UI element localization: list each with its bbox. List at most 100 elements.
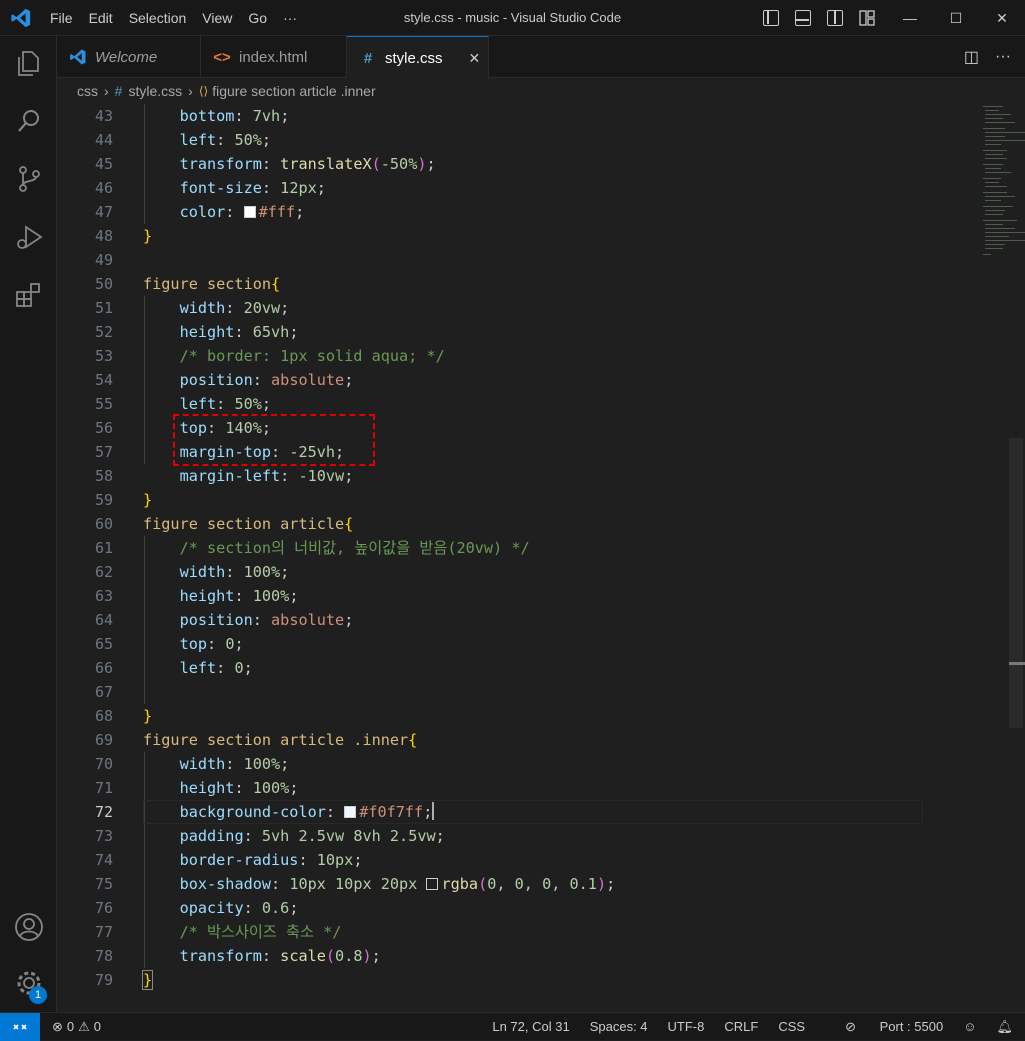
code-line: bottom: 7vh;	[179, 107, 290, 125]
breadcrumb: css › # style.css › ⟨⟩ figure section ar…	[77, 80, 376, 102]
line-number: 48	[94, 227, 113, 245]
go-live-icon: ⊘	[845, 1018, 856, 1034]
encoding[interactable]: UTF-8	[668, 1019, 705, 1034]
line-number: 67	[94, 683, 113, 701]
split-editor-icon[interactable]: ◫	[964, 47, 979, 67]
menu-go[interactable]: Go	[248, 10, 267, 26]
tab-label: index.html	[239, 48, 308, 66]
line-number: 74	[94, 851, 113, 869]
code-line: padding: 5vh 2.5vw 8vh 2.5vw;	[179, 827, 445, 845]
line-number: 60	[94, 515, 113, 533]
language-mode[interactable]: CSS	[778, 1019, 805, 1034]
close-button[interactable]: ✕	[979, 0, 1025, 36]
breadcrumb-file[interactable]: style.css	[128, 83, 182, 99]
code-line: height: 100%;	[179, 587, 299, 605]
menu-edit[interactable]: Edit	[89, 10, 113, 26]
code-editor[interactable]: 43 44 45 46 47 48 49 50 51 52 53 54 55 5…	[57, 104, 1025, 1012]
annotation-highlight-box	[173, 414, 375, 466]
notifications-bell-icon[interactable]: 🔔︎	[996, 1019, 1013, 1035]
line-number: 58	[94, 467, 113, 485]
line-number: 69	[94, 731, 113, 749]
cursor-position[interactable]: Ln 72, Col 31	[492, 1019, 569, 1034]
tab-index-html[interactable]: <> index.html	[201, 36, 347, 78]
code-line: left: 50%;	[179, 395, 272, 413]
toggle-secondary-sidebar-icon[interactable]	[827, 10, 843, 26]
code-line: left: 50%;	[179, 131, 272, 149]
toggle-panel-icon[interactable]	[795, 10, 811, 26]
chevron-right-icon: ›	[188, 83, 193, 99]
code-line-current: background-color: #f0f7ff;	[143, 800, 923, 824]
customize-layout-icon[interactable]	[859, 10, 875, 26]
css-hash-icon: #	[114, 83, 123, 99]
code-line: color: #fff;	[179, 203, 305, 221]
tab-close-icon[interactable]: ✕	[469, 50, 481, 67]
maximize-button[interactable]: ☐	[933, 0, 979, 36]
activity-bar	[0, 36, 57, 1012]
code-line: border-radius: 10px;	[179, 851, 363, 869]
line-number-active: 72	[94, 803, 113, 821]
line-number: 61	[94, 539, 113, 557]
run-and-debug-icon[interactable]	[14, 222, 44, 252]
chevron-right-icon: ›	[104, 83, 109, 99]
search-icon[interactable]	[14, 106, 44, 136]
color-swatch[interactable]	[243, 206, 256, 218]
minimap[interactable]	[977, 104, 1025, 264]
end-of-line[interactable]: CRLF	[724, 1019, 758, 1034]
code-line: left: 0;	[179, 659, 253, 677]
menu-view[interactable]: View	[202, 10, 232, 26]
indentation[interactable]: Spaces: 4	[590, 1019, 648, 1034]
line-number: 44	[94, 131, 113, 149]
vertical-scrollbar[interactable]	[1009, 438, 1023, 728]
more-actions-icon[interactable]: ···	[995, 48, 1011, 66]
code-line: figure section article .inner{	[143, 731, 418, 749]
editor-actions: ◫ ···	[964, 36, 1011, 78]
line-number: 51	[94, 299, 113, 317]
line-number: 53	[94, 347, 113, 365]
line-number: 65	[94, 635, 113, 653]
error-count: 0	[66, 1019, 75, 1034]
source-control-icon[interactable]	[14, 164, 44, 194]
menu-more[interactable]: ···	[283, 10, 297, 26]
accounts-icon[interactable]	[14, 912, 44, 942]
line-number: 59	[94, 491, 113, 509]
menu-file[interactable]: File	[50, 10, 73, 26]
line-number: 73	[94, 827, 113, 845]
explorer-icon[interactable]	[14, 48, 44, 78]
toggle-primary-sidebar-icon[interactable]	[763, 10, 779, 26]
code-line: box-shadow: 10px 10px 20px rgba(0, 0, 0,…	[179, 875, 616, 893]
code-line: position: absolute;	[179, 611, 354, 629]
code-line: position: absolute;	[179, 371, 354, 389]
color-swatch[interactable]	[426, 878, 439, 890]
tab-label: Welcome	[95, 48, 158, 66]
code-line: /* 박스사이즈 축소 */	[179, 923, 342, 941]
remote-indicator-icon[interactable]	[0, 1013, 40, 1041]
feedback-icon[interactable]: ☺	[963, 1019, 976, 1034]
code-line: width: 100%;	[179, 755, 290, 773]
line-number: 62	[94, 563, 113, 581]
live-server-port[interactable]: ⊘ Port : 5500	[825, 1019, 943, 1035]
menu-bar: File Edit Selection View Go ···	[50, 0, 313, 36]
extensions-icon[interactable]	[14, 280, 44, 310]
code-line: /* border: 1px solid aqua; */	[179, 347, 445, 365]
tab-welcome[interactable]: Welcome	[57, 36, 201, 78]
menu-selection[interactable]: Selection	[129, 10, 187, 26]
tab-style-css[interactable]: # style.css ✕	[347, 36, 489, 79]
problems-status[interactable]: ⊗ 0 ⚠ 0	[52, 1013, 101, 1040]
manage-badge: 1	[29, 986, 47, 1004]
breadcrumb-symbol[interactable]: figure section article .inner	[212, 83, 375, 99]
title-controls: — ☐ ✕	[763, 0, 1025, 36]
code-line: width: 100%;	[179, 563, 290, 581]
line-number: 77	[94, 923, 113, 941]
line-number: 64	[94, 611, 113, 629]
minimize-button[interactable]: —	[887, 0, 933, 36]
color-swatch[interactable]	[344, 806, 357, 818]
scrollbar-cursor-marker	[1009, 662, 1025, 665]
breadcrumb-folder[interactable]: css	[77, 83, 98, 99]
code-line: height: 100%;	[179, 779, 299, 797]
line-number: 68	[94, 707, 113, 725]
line-number-gutter: 43 44 45 46 47 48 49 50 51 52 53 54 55 5…	[57, 104, 113, 992]
line-number: 75	[94, 875, 113, 893]
css-hash-icon: #	[363, 49, 373, 67]
line-number: 57	[94, 443, 113, 461]
